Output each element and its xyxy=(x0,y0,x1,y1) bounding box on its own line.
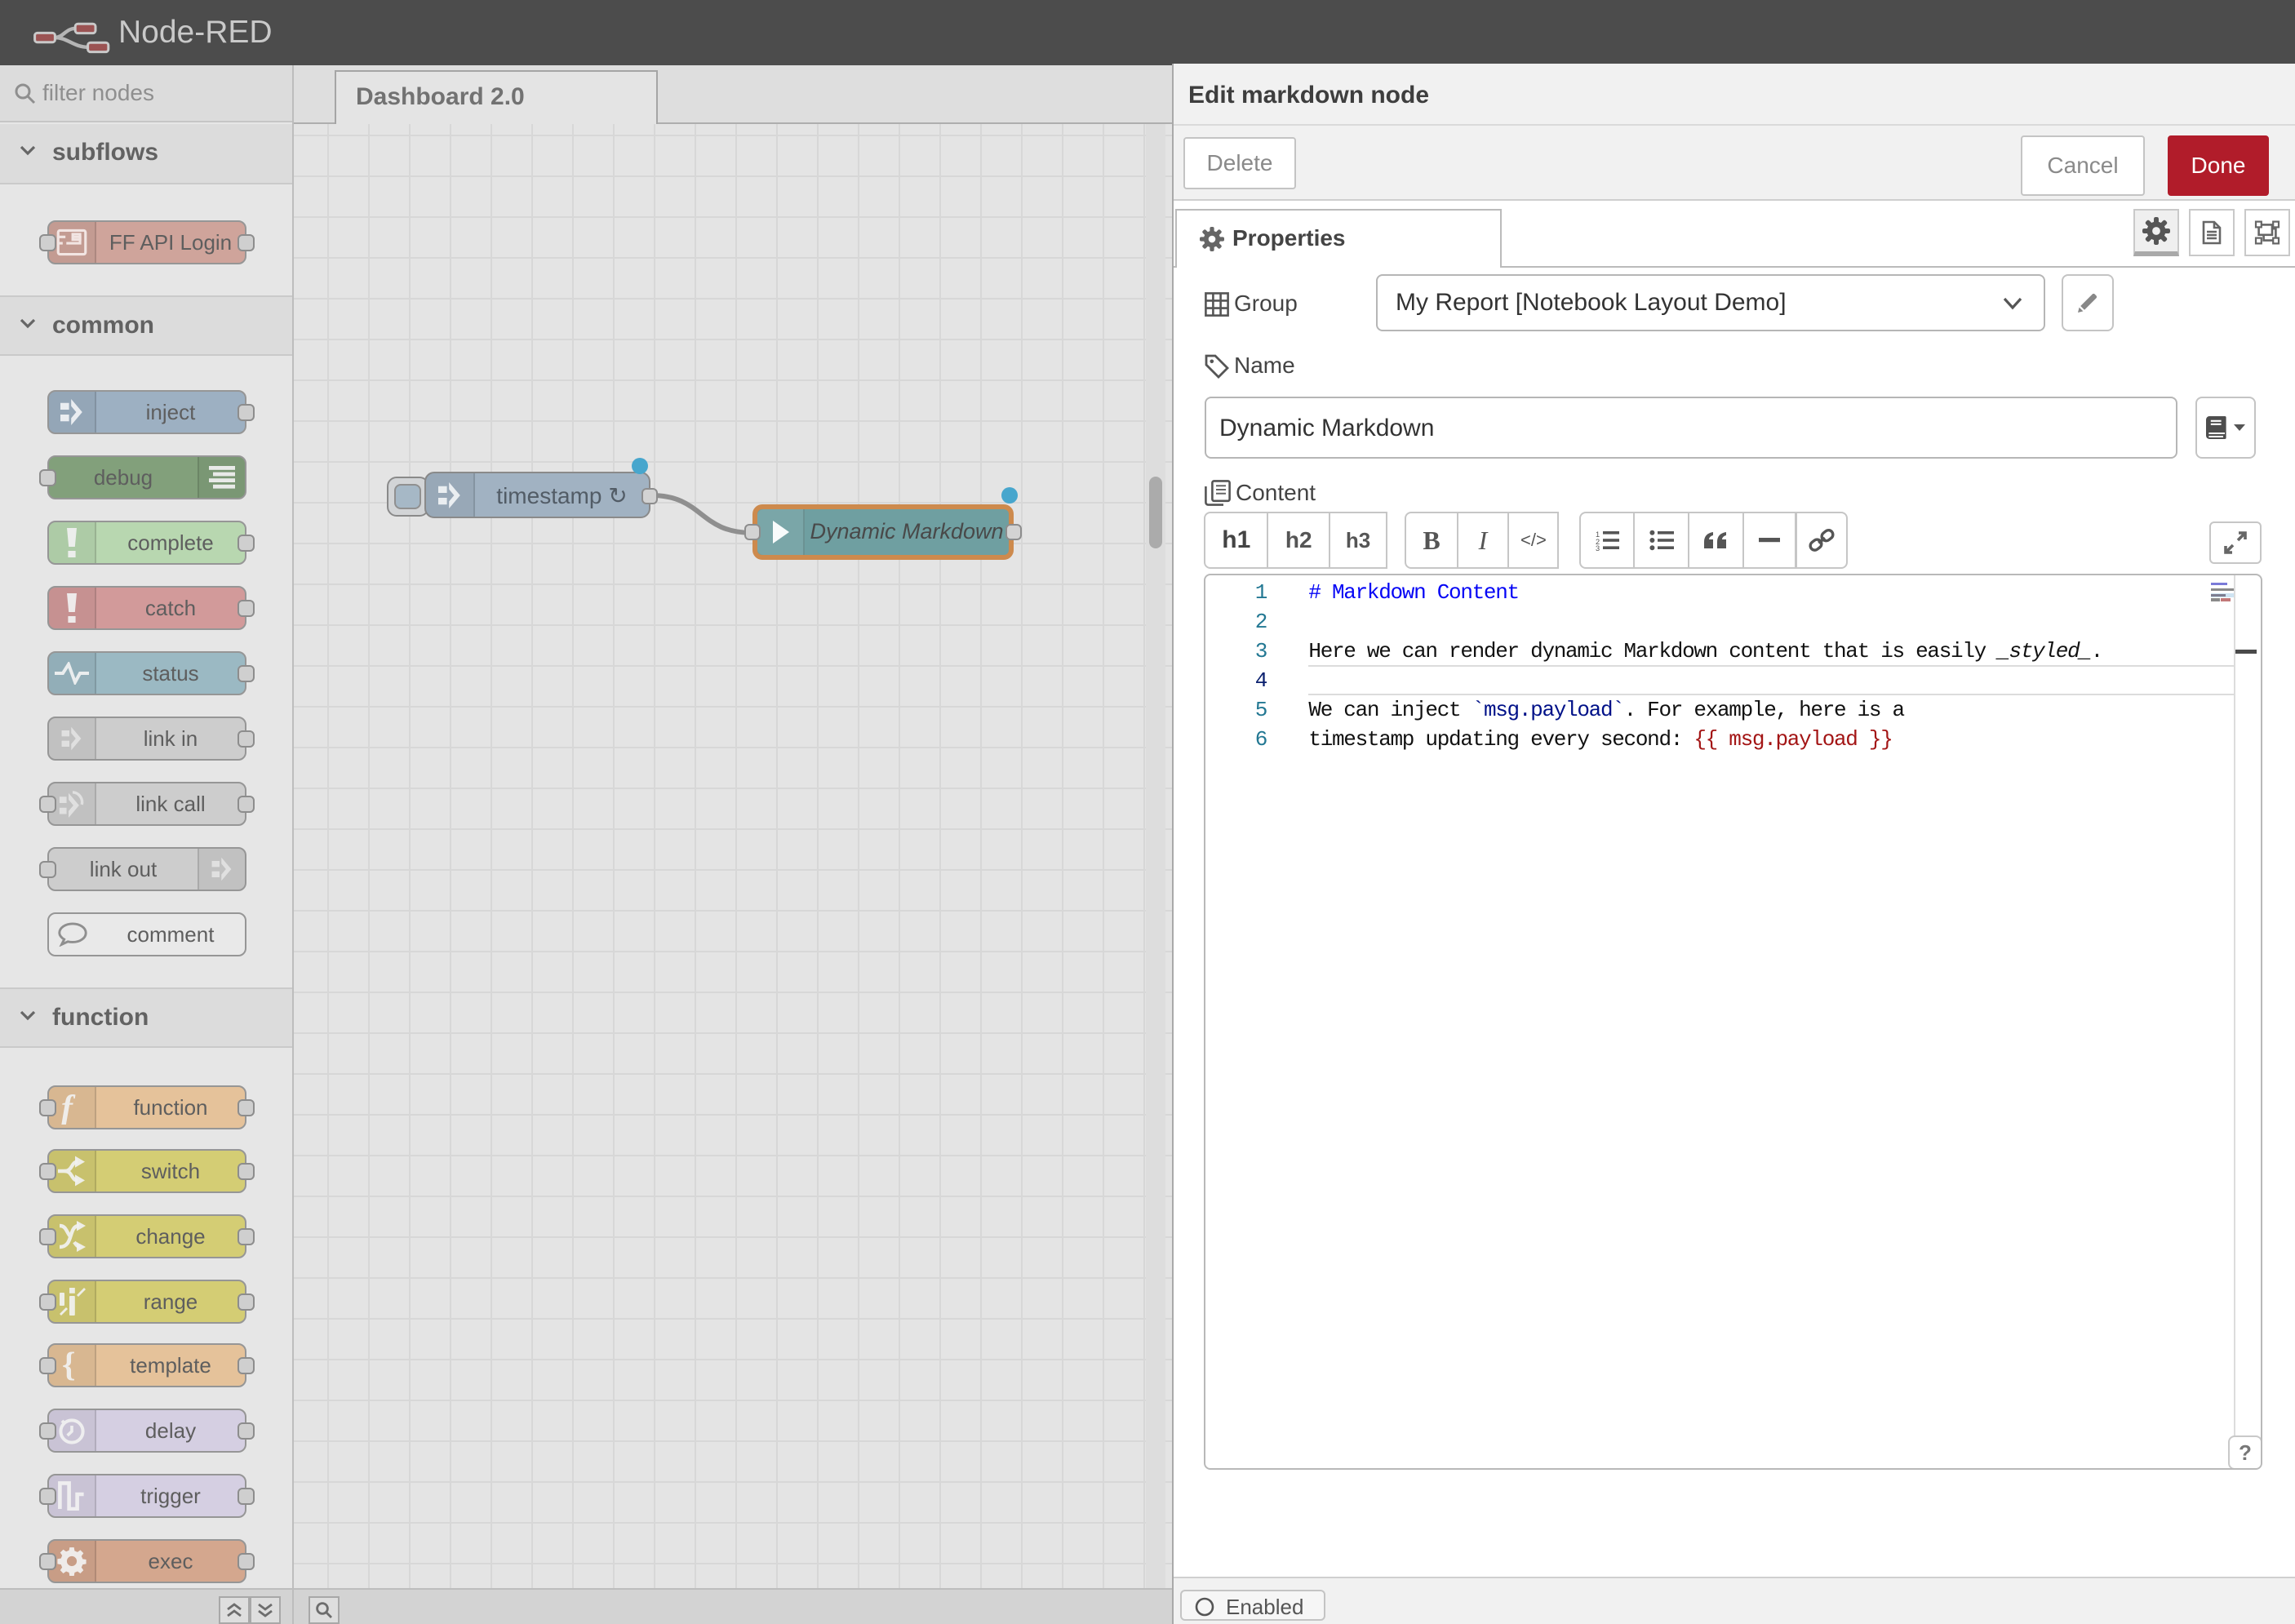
svg-text:{: { xyxy=(62,1348,76,1382)
svg-text:f: f xyxy=(61,1090,76,1125)
svg-text:3: 3 xyxy=(1596,544,1600,551)
